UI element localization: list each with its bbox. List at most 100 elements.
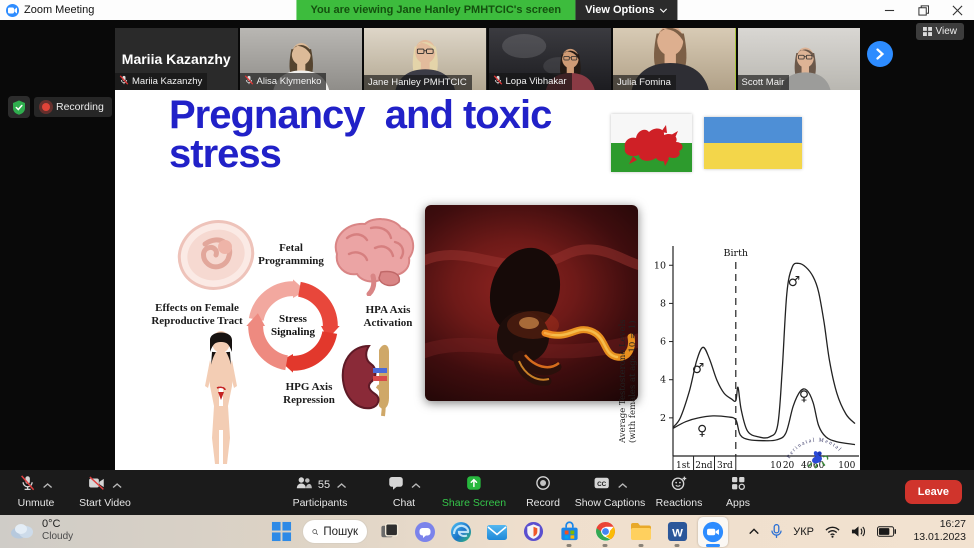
clock[interactable]: 16:27 13.01.2023 <box>913 518 966 544</box>
weather-widget[interactable]: 0°C Cloudy <box>8 518 73 542</box>
taskbar-apps: Пошук W <box>266 515 728 548</box>
chat-button[interactable]: Chat <box>387 474 421 509</box>
apps-button[interactable]: Apps <box>726 474 750 509</box>
window-title: Zoom Meeting <box>24 4 94 16</box>
participant-tile-mariia-kazanzhy[interactable]: Mariia KazanzhyMariia Kazanzhy <box>115 28 238 90</box>
unmute-button[interactable]: Unmute <box>18 474 55 509</box>
svg-text:2nd: 2nd <box>695 461 713 470</box>
leave-button[interactable]: Leave <box>905 480 962 504</box>
tool-label: Unmute <box>18 497 55 509</box>
tool-label: Apps <box>726 497 750 509</box>
participant-name-label: Scott Mair <box>738 75 790 90</box>
security-shield-icon[interactable] <box>8 96 30 118</box>
battery-icon[interactable] <box>877 526 896 537</box>
next-participants-button[interactable] <box>867 41 893 67</box>
video-off-icon <box>87 474 106 497</box>
zoom-taskbar-icon[interactable] <box>698 517 728 547</box>
svg-text:2: 2 <box>660 413 666 424</box>
minimize-button[interactable] <box>872 0 906 20</box>
weather-condition: Cloudy <box>42 531 73 543</box>
search-icon <box>312 526 318 538</box>
birth-label: Birth <box>724 248 749 259</box>
chevron-up-icon[interactable] <box>43 476 53 494</box>
cycle-label-fetal-programming: Fetal Programming <box>251 242 331 267</box>
volume-icon[interactable] <box>851 525 866 538</box>
chevron-down-icon <box>660 8 668 13</box>
chevron-up-icon[interactable] <box>618 476 628 494</box>
male-symbol: ♂ <box>692 361 705 377</box>
captions-button[interactable]: CCShow Captions <box>575 474 646 509</box>
tool-label: Record <box>526 497 560 509</box>
shared-screen-slide: Pregnancy and toxic stress <box>115 90 860 470</box>
svg-text:3rd: 3rd <box>717 461 733 470</box>
taskbar-search[interactable]: Пошук <box>302 519 368 544</box>
kidney-illustration <box>339 338 393 418</box>
chevron-up-icon[interactable] <box>411 476 421 494</box>
share-button[interactable]: Share Screen <box>442 474 506 509</box>
participant-name-label: Alisa Klymenko <box>240 73 327 90</box>
participants-button[interactable]: 55Participants <box>293 474 348 509</box>
view-options-button[interactable]: View Options <box>575 0 677 20</box>
mail-taskbar-icon[interactable] <box>482 517 512 547</box>
fetus-image <box>425 205 638 401</box>
zoom-app-icon <box>6 4 19 17</box>
tray-expand-icon[interactable] <box>748 527 760 536</box>
file-explorer-taskbar-icon[interactable] <box>626 517 656 547</box>
participant-name-label: Julia Fomina <box>613 75 676 90</box>
screen-share-banner: You are viewing Jane Hanley PMHTCIC's sc… <box>296 0 575 20</box>
participant-name-label: Mariia Kazanzhy <box>115 73 207 90</box>
participant-tile-jane-hanley-pmhtcic[interactable]: Jane Hanley PMHTCIC <box>364 28 487 90</box>
view-layout-button[interactable]: View <box>916 23 965 40</box>
active-mic-icon[interactable] <box>771 524 782 539</box>
muted-mic-icon <box>119 75 129 88</box>
svg-text:W: W <box>672 527 683 539</box>
share-screen-icon <box>465 474 483 497</box>
participant-tile-lopa-vibhakar[interactable]: Lopa Vibhakar <box>489 28 612 90</box>
store-taskbar-icon[interactable] <box>554 517 584 547</box>
recording-label: Recording <box>56 101 104 113</box>
zoom-meeting-window: Zoom Meeting You are viewing Jane Hanley… <box>0 0 974 548</box>
wifi-icon[interactable] <box>825 526 840 538</box>
chrome-taskbar-icon[interactable] <box>590 517 620 547</box>
participant-tile-scott-mair[interactable]: Scott Mair <box>738 28 861 90</box>
video-button[interactable]: Start Video <box>79 474 131 509</box>
embryo-illustration <box>175 214 257 296</box>
word-taskbar-icon[interactable]: W <box>662 517 692 547</box>
participant-tile-julia-fomina[interactable]: Julia Fomina <box>613 28 736 90</box>
close-button[interactable] <box>940 0 974 20</box>
reactions-button[interactable]: Reactions <box>656 474 703 509</box>
male-curve <box>673 263 855 438</box>
video-strip: Mariia KazanzhyMariia KazanzhyAlisa Klym… <box>115 28 860 90</box>
keyboard-language[interactable]: УКР <box>793 526 814 538</box>
recording-indicator[interactable]: Recording <box>34 97 112 117</box>
search-placeholder: Пошук <box>323 526 358 538</box>
start-taskbar-icon[interactable] <box>266 517 296 547</box>
record-button[interactable]: Record <box>526 474 560 509</box>
shield-browser-taskbar-icon[interactable] <box>518 517 548 547</box>
task-view-taskbar-icon[interactable] <box>374 517 404 547</box>
perinatal-mental-logo: Perinatal Mental <box>771 430 860 470</box>
teams-chat-taskbar-icon[interactable] <box>410 517 440 547</box>
chevron-up-icon[interactable] <box>112 476 122 494</box>
mic-off-icon <box>19 474 37 497</box>
svg-text:4: 4 <box>660 375 666 386</box>
participants-icon <box>294 474 314 497</box>
captions-icon: CC <box>592 474 612 497</box>
svg-text:10: 10 <box>654 260 666 271</box>
participant-tile-alisa-klymenko[interactable]: Alisa Klymenko <box>240 28 363 90</box>
female-figure-illustration <box>197 330 245 468</box>
chevron-up-icon[interactable] <box>336 476 346 494</box>
brain-illustration <box>323 214 419 296</box>
tool-label: Reactions <box>656 497 703 509</box>
slide-title: Pregnancy and toxic stress <box>169 96 649 174</box>
cycle-label-hpa-axis: HPA Axis Activation <box>349 304 427 329</box>
edge-taskbar-icon[interactable] <box>446 517 476 547</box>
apps-icon <box>729 474 747 497</box>
restore-button[interactable] <box>906 0 940 20</box>
muted-mic-icon <box>493 75 503 88</box>
chevron-right-icon <box>875 48 885 60</box>
clock-date: 13.01.2023 <box>913 531 966 544</box>
tool-label: Show Captions <box>575 497 646 509</box>
male-symbol: ♂ <box>788 274 801 290</box>
female-symbol: ♀ <box>799 389 809 405</box>
